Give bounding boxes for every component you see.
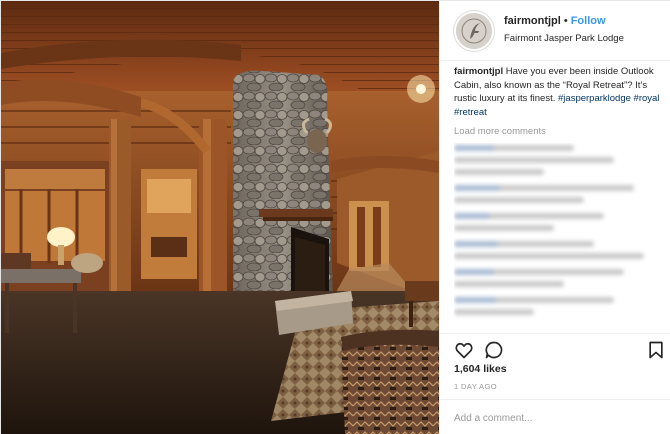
fairmont-logo-icon	[456, 13, 492, 49]
action-bar	[440, 333, 670, 363]
blurred-comments	[454, 143, 660, 328]
add-comment-input[interactable]	[454, 409, 624, 427]
username-link[interactable]: fairmontjpl	[504, 15, 561, 27]
likes-count[interactable]: 1,604 likes	[454, 363, 507, 375]
caption-username[interactable]: fairmontjpl	[454, 66, 503, 77]
caption: fairmontjpl Have you ever been inside Ou…	[454, 65, 660, 119]
hashtag-link[interactable]: #royal	[634, 93, 660, 104]
speech-bubble-icon[interactable]	[484, 340, 504, 360]
post-header: fairmontjpl • Follow Fairmont Jasper Park …	[440, 1, 670, 61]
post-timestamp: 1 DAY AGO	[454, 382, 497, 391]
blurred-comment-lines	[454, 145, 644, 315]
follow-button[interactable]: Follow	[571, 15, 606, 27]
heart-icon[interactable]	[454, 340, 474, 360]
post-sidebar: fairmontjpl • Follow Fairmont Jasper Park …	[439, 1, 670, 434]
hashtag-link[interactable]: #retreat	[454, 107, 487, 118]
load-more-comments-button[interactable]: Load more comments	[454, 126, 546, 137]
instagram-post: fairmontjpl • Follow Fairmont Jasper Park …	[0, 0, 670, 434]
bookmark-icon[interactable]	[646, 340, 666, 360]
lodge-interior-photo[interactable]	[1, 1, 439, 434]
comment-bar	[440, 399, 670, 434]
avatar[interactable]	[454, 11, 494, 51]
hashtag-link[interactable]: #jasperparklodge	[558, 93, 631, 104]
header-user-line: fairmontjpl • Follow	[504, 15, 606, 27]
photo-illustration	[1, 1, 439, 434]
location-link[interactable]: Fairmont Jasper Park Lodge	[504, 33, 624, 44]
separator-dot: •	[563, 15, 568, 27]
